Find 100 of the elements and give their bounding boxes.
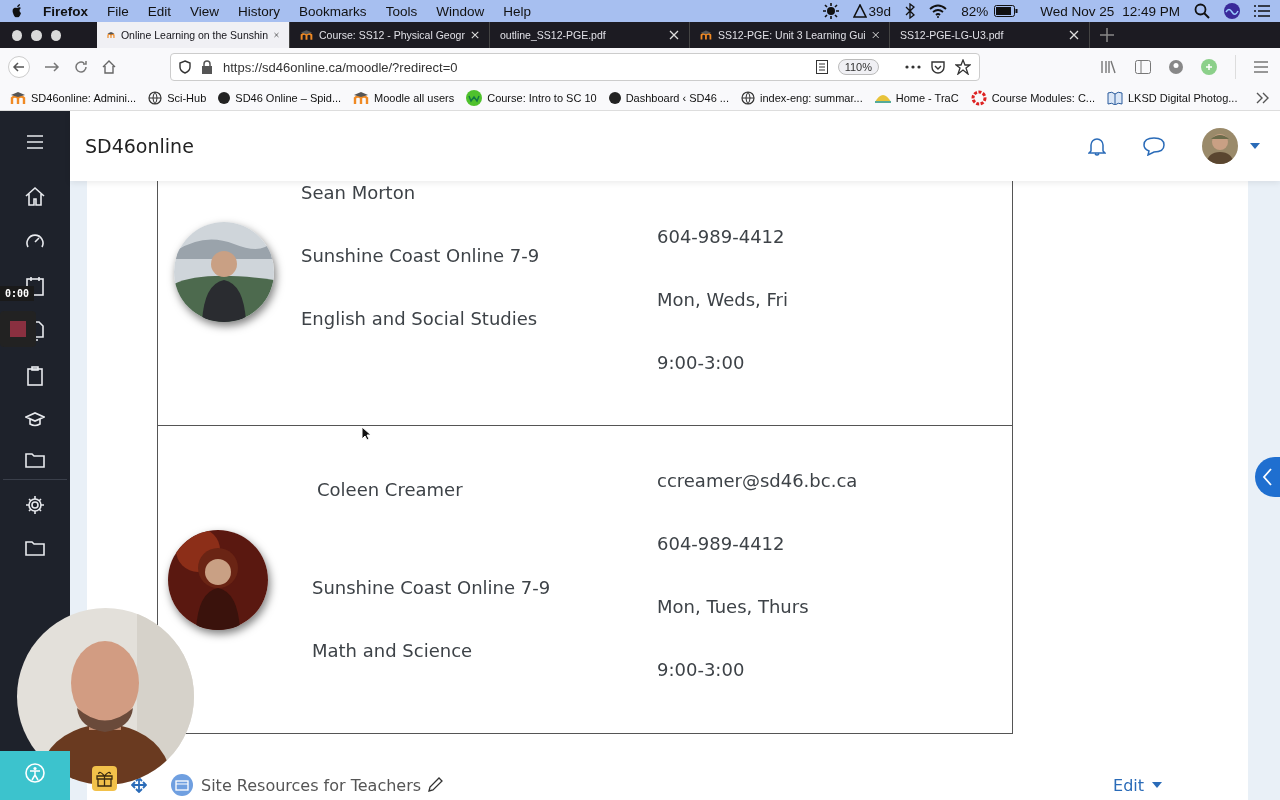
- sun-logo-icon: [874, 93, 891, 103]
- clipboard-icon: [27, 366, 43, 386]
- plus-icon: [1100, 28, 1114, 42]
- badge-icon: [466, 90, 483, 106]
- caret-icon: [1250, 143, 1260, 149]
- site-title[interactable]: SD46online: [85, 135, 194, 157]
- menu-item[interactable]: Window: [436, 3, 485, 19]
- window-control[interactable]: [31, 29, 42, 41]
- lock-icon: [201, 60, 213, 74]
- subjects: Math and Science: [312, 639, 474, 663]
- bookmark[interactable]: index-eng: summar...: [741, 91, 863, 105]
- reload-icon: [74, 60, 88, 74]
- more-icon: [905, 65, 921, 69]
- url-field[interactable]: https://sd46online.ca/moodle/?redirect=0 110%: [170, 53, 980, 81]
- bookmark[interactable]: LKSD Digital Photog...: [1107, 91, 1238, 105]
- moodle-icon: [300, 28, 313, 42]
- window-control[interactable]: [50, 29, 61, 41]
- bookmark[interactable]: Dashboard ‹ SD46 ...: [608, 92, 729, 104]
- battery-icon: [994, 5, 1019, 17]
- phone-number: 604-989-4412: [657, 532, 786, 556]
- bell-icon: [1088, 136, 1106, 156]
- zoom-level[interactable]: 110%: [837, 59, 879, 75]
- gift-button[interactable]: [92, 766, 117, 791]
- menu-item[interactable]: History: [238, 3, 281, 19]
- close-icon: [274, 30, 279, 40]
- bookmark[interactable]: SD46online: Admini...: [10, 91, 137, 105]
- school-name: Sunshine Coast Online 7-9: [312, 576, 552, 600]
- close-icon: [669, 30, 679, 40]
- account-icon: [1169, 60, 1183, 74]
- reader-icon: [815, 60, 828, 74]
- menu-item[interactable]: Bookmarks: [299, 3, 367, 19]
- bookmark[interactable]: SD46 Online – Spid...: [218, 92, 342, 104]
- pocket-icon: [931, 60, 945, 74]
- phone-number: 604-989-4412: [657, 225, 786, 249]
- folder-icon: [25, 540, 45, 556]
- cursor-icon: [361, 426, 371, 441]
- office-days: Mon, Weds, Fri: [657, 288, 1012, 312]
- folder-icon: [25, 452, 45, 468]
- bluetooth-icon: [905, 3, 916, 19]
- menu-item[interactable]: Help: [503, 3, 531, 19]
- clock-date[interactable]: Wed Nov 25: [1040, 3, 1115, 19]
- close-icon: [871, 30, 879, 40]
- book-icon: [1107, 91, 1123, 105]
- browser-tab[interactable]: Online Learning on the Sunshin: [97, 22, 290, 48]
- window-icon: [171, 774, 193, 796]
- chat-icon: [1142, 136, 1166, 156]
- moodle-icon: [700, 28, 712, 42]
- school-name: Sunshine Coast Online 7-9: [301, 244, 541, 268]
- app-name[interactable]: Firefox: [43, 3, 88, 19]
- chevrons-icon: [1256, 92, 1270, 104]
- globe-icon: [741, 91, 755, 105]
- list-icon: [1254, 4, 1270, 18]
- search-icon: [1194, 3, 1210, 19]
- ring-icon: [970, 90, 987, 106]
- office-hours: 9:00-3:00: [657, 351, 746, 375]
- window-control[interactable]: [12, 29, 23, 41]
- extension-icon: [1201, 59, 1217, 75]
- menu-item[interactable]: Tools: [385, 3, 418, 19]
- bookmark[interactable]: Course Modules: C...: [970, 90, 1095, 106]
- collapse-button[interactable]: [1255, 457, 1280, 497]
- caret-icon: [1152, 782, 1162, 788]
- menu-item[interactable]: View: [190, 3, 220, 19]
- menu-icon: [1254, 61, 1268, 73]
- teacher-email[interactable]: ccreamer@sd46.bc.ca: [657, 469, 1012, 493]
- graduation-cap-icon: [25, 411, 45, 427]
- menu-item[interactable]: Edit: [147, 3, 172, 19]
- teacher-name: Sean Morton: [301, 181, 417, 205]
- bookmark[interactable]: Moodle all users: [353, 91, 455, 105]
- user-avatar[interactable]: [1202, 128, 1238, 164]
- home-icon: [102, 60, 116, 74]
- sun-icon: [822, 3, 839, 19]
- teacher-name: Coleen Creamer: [317, 478, 464, 502]
- library-icon: [1101, 60, 1117, 74]
- apple-icon: [10, 3, 24, 19]
- status-text[interactable]: 39d: [868, 3, 892, 19]
- close-icon: [470, 30, 479, 40]
- move-icon: [131, 777, 147, 793]
- edit-menu[interactable]: Edit: [1113, 775, 1162, 795]
- pencil-icon: [427, 777, 444, 793]
- sidebar-icon: [1135, 60, 1151, 74]
- clock-time[interactable]: 12:49 PM: [1122, 3, 1180, 19]
- shield-icon: [179, 60, 191, 74]
- dot-icon: [218, 92, 231, 104]
- star-icon: [955, 59, 971, 75]
- triangle-icon: [852, 4, 867, 18]
- back-icon: [8, 56, 30, 78]
- bookmark[interactable]: Course: Intro to SC 10: [466, 90, 597, 106]
- close-icon: [1069, 30, 1079, 40]
- siri-icon: [1224, 3, 1240, 19]
- battery-percent: 82%: [961, 3, 989, 19]
- wifi-icon: [929, 4, 948, 18]
- bookmark[interactable]: Sci-Hub: [148, 91, 207, 105]
- bookmark[interactable]: Home - TraC: [874, 92, 959, 104]
- office-days: Mon, Tues, Thurs: [657, 595, 1012, 619]
- home-icon: [25, 186, 45, 206]
- recording-timer: 0:00: [0, 286, 35, 301]
- forward-icon: [44, 61, 60, 73]
- menu-item[interactable]: File: [107, 3, 129, 19]
- section-title[interactable]: Site Resources for Teachers: [201, 775, 422, 795]
- menu-icon: [27, 135, 43, 149]
